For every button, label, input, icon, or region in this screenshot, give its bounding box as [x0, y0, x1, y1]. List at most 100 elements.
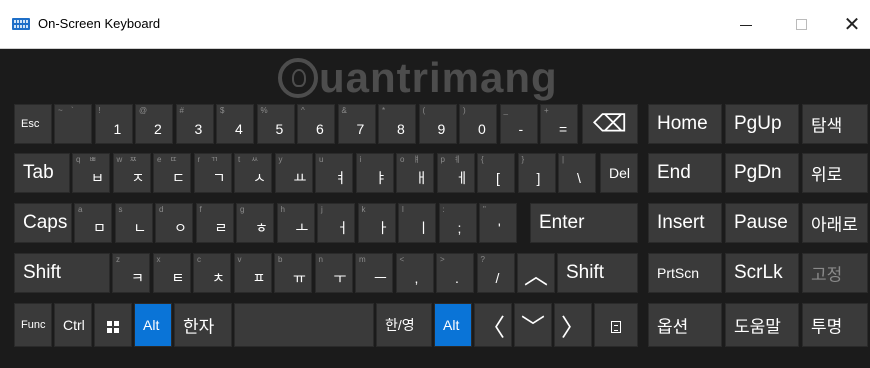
- key-period[interactable]: >.: [436, 253, 474, 293]
- key-label: Alt: [443, 317, 460, 333]
- key-nav-pgdn[interactable]: PgDn: [725, 153, 799, 193]
- key-hanja[interactable]: 한자: [174, 303, 232, 347]
- key-6[interactable]: ^ 6: [297, 104, 335, 144]
- key-nav-pgup[interactable]: PgUp: [725, 104, 799, 144]
- key-u[interactable]: uㅕ: [315, 153, 353, 193]
- key-e[interactable]: eㄸㄷ: [153, 153, 191, 193]
- key-tab[interactable]: Tab: [14, 153, 70, 193]
- key-nav-end[interactable]: End: [648, 153, 722, 193]
- key-w[interactable]: wㅉㅈ: [112, 153, 151, 193]
- key-1[interactable]: ! 1: [94, 104, 133, 144]
- key-caps[interactable]: Caps: [14, 203, 72, 243]
- key-backtick[interactable]: ~ `: [54, 104, 92, 144]
- minimize-button[interactable]: [726, 8, 766, 40]
- minimize-icon: [740, 24, 752, 26]
- key-backspace[interactable]: ⌫: [582, 104, 638, 144]
- key-backslash[interactable]: | \: [558, 153, 596, 193]
- key-2[interactable]: @2: [135, 104, 173, 144]
- key-shift-char: !: [98, 106, 101, 115]
- maximize-button[interactable]: [781, 8, 821, 40]
- key-5[interactable]: % 5: [256, 104, 295, 144]
- key-shift-char: }: [521, 155, 525, 164]
- key-q[interactable]: qㅃㅂ: [72, 153, 110, 193]
- key-shift-char: y: [278, 155, 283, 164]
- key-o[interactable]: oㅒㅐ: [396, 153, 434, 193]
- key-g[interactable]: gㅎ: [236, 203, 274, 243]
- key-m[interactable]: mㅡ: [355, 253, 393, 293]
- key-enter[interactable]: Enter: [530, 203, 638, 243]
- key-7[interactable]: & 7: [337, 104, 376, 144]
- key-shift-left[interactable]: Shift: [14, 253, 110, 293]
- key-shift-char-alt: ㅃ: [89, 155, 97, 164]
- close-button[interactable]: ✕: [832, 8, 870, 40]
- key-space[interactable]: [234, 303, 374, 347]
- key-shift-char: <: [399, 255, 405, 264]
- key-rbracket[interactable]: }]: [517, 153, 556, 193]
- key-j[interactable]: jㅓ: [317, 203, 355, 243]
- key-nav-prtscn[interactable]: PrtScn: [648, 253, 722, 293]
- key-z[interactable]: zㅋ: [112, 253, 150, 293]
- watermark: uantrimang: [278, 54, 588, 104]
- key-9[interactable]: (9: [418, 104, 457, 144]
- key-nav-options[interactable]: 옵션: [648, 303, 722, 347]
- key-c[interactable]: cㅊ: [193, 253, 231, 293]
- key-shift-char: *: [382, 106, 386, 115]
- key-nav-scrlk[interactable]: ScrLk: [725, 253, 799, 293]
- key-quote[interactable]: " ': [479, 203, 517, 243]
- key-semicolon[interactable]: :;: [438, 203, 477, 243]
- key-r[interactable]: rㄲㄱ: [193, 153, 232, 193]
- key-d[interactable]: dㅇ: [155, 203, 193, 243]
- key-left[interactable]: 〈: [474, 303, 512, 347]
- key-p[interactable]: pㅖㅔ: [436, 153, 475, 193]
- key-ctrl[interactable]: Ctrl: [54, 303, 92, 347]
- key-nav-fix[interactable]: 고정: [802, 253, 868, 293]
- key-0[interactable]: ) 0: [459, 104, 497, 144]
- key-8[interactable]: * 8: [378, 104, 416, 144]
- key-char: 7: [356, 121, 365, 137]
- key-shift-char: (: [422, 106, 426, 115]
- key-minus[interactable]: _ -: [499, 104, 538, 144]
- key-x[interactable]: xㅌ: [152, 253, 191, 293]
- key-k[interactable]: kㅏ: [357, 203, 396, 243]
- key-3[interactable]: #3: [175, 104, 214, 144]
- key-char: ㅌ: [171, 270, 185, 286]
- key-windows[interactable]: [94, 303, 132, 347]
- key-s[interactable]: sㄴ: [114, 203, 153, 243]
- key-hanyeong[interactable]: 한/영: [376, 303, 432, 347]
- key-shift-right[interactable]: Shift: [557, 253, 638, 293]
- key-nav-help[interactable]: 도움말: [725, 303, 799, 347]
- key-right[interactable]: 〉: [554, 303, 592, 347]
- key-b[interactable]: bㅠ: [274, 253, 312, 293]
- key-y[interactable]: yㅛ: [274, 153, 313, 193]
- key-nav-up[interactable]: 위로: [802, 153, 868, 193]
- key-equals[interactable]: + =: [540, 104, 578, 144]
- key-alt-right[interactable]: Alt: [434, 303, 472, 347]
- key-menu[interactable]: [594, 303, 638, 347]
- key-up[interactable]: ︿: [517, 253, 555, 293]
- key-f[interactable]: fㄹ: [195, 203, 234, 243]
- key-down[interactable]: ﹀: [514, 303, 552, 347]
- key-4[interactable]: $4: [216, 104, 254, 144]
- key-comma[interactable]: <,: [395, 253, 434, 293]
- key-nav-down[interactable]: 아래로: [802, 203, 868, 243]
- key-lbracket[interactable]: {[: [477, 153, 515, 193]
- key-v[interactable]: vㅍ: [233, 253, 272, 293]
- key-h[interactable]: hㅗ: [276, 203, 315, 243]
- maximize-icon: [795, 18, 807, 30]
- key-nav-pause[interactable]: Pause: [725, 203, 799, 243]
- key-esc[interactable]: Esc: [14, 104, 52, 144]
- key-nav-insert[interactable]: Insert: [648, 203, 722, 243]
- key-a[interactable]: aㅁ: [74, 203, 112, 243]
- key-func[interactable]: Func: [14, 303, 52, 347]
- key-del[interactable]: Del: [600, 153, 638, 193]
- key-i[interactable]: iㅑ: [355, 153, 394, 193]
- key-l[interactable]: lㅣ: [398, 203, 436, 243]
- key-nav-home[interactable]: Home: [648, 104, 722, 144]
- key-slash[interactable]: ? /: [476, 253, 515, 293]
- key-alt-left[interactable]: Alt: [134, 303, 172, 347]
- title-bar[interactable]: On-Screen Keyboard ✕: [0, 0, 870, 49]
- key-nav-search[interactable]: 탐색: [802, 104, 868, 144]
- key-n[interactable]: nㅜ: [314, 253, 353, 293]
- key-t[interactable]: t ㅆㅅ: [234, 153, 272, 193]
- key-nav-fade[interactable]: 투명: [802, 303, 868, 347]
